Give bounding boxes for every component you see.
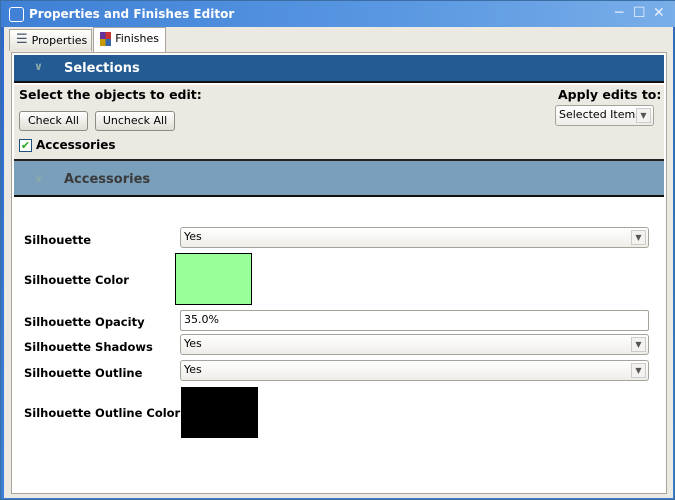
accessories-header[interactable]: ∨ Accessories: [14, 159, 664, 197]
silhouette-outline-dropdown[interactable]: Yes ▼: [180, 360, 649, 381]
title-bar[interactable]: Properties and Finishes Editor ─ ☐ ✕: [1, 1, 675, 27]
tab-label: Properties: [31, 34, 88, 47]
accessories-checkbox[interactable]: ✔: [19, 139, 32, 152]
silhouette-label: Silhouette: [24, 233, 92, 247]
close-icon[interactable]: ✕: [653, 5, 665, 21]
tab-label: Finishes: [115, 32, 159, 45]
silhouette-color-label: Silhouette Color: [24, 273, 129, 287]
finishes-panel: ∨ Selections Select the objects to edit:…: [11, 52, 667, 494]
app-icon: [9, 7, 24, 22]
silhouette-outline-label: Silhouette Outline: [24, 366, 143, 380]
chevron-down-icon[interactable]: ∨: [34, 172, 43, 185]
dropdown-value: Yes: [184, 337, 202, 350]
silhouette-color-swatch[interactable]: [175, 253, 252, 305]
tab-properties[interactable]: ☰ Properties: [9, 29, 92, 51]
silhouette-opacity-label: Silhouette Opacity: [24, 315, 145, 329]
selections-section: Select the objects to edit: Check All Un…: [14, 85, 664, 159]
silhouette-opacity-input[interactable]: 35.0%: [180, 310, 649, 331]
dropdown-value: Selected Items: [559, 108, 641, 121]
list-icon: ☰: [16, 32, 28, 47]
tab-finishes[interactable]: Finishes: [93, 27, 166, 52]
selections-header[interactable]: ∨ Selections: [14, 55, 664, 83]
selection-prompt: Select the objects to edit:: [19, 87, 202, 102]
input-value: 35.0%: [184, 313, 219, 326]
section-title: Selections: [64, 61, 140, 76]
uncheck-all-button[interactable]: Uncheck All: [95, 111, 175, 131]
silhouette-shadows-dropdown[interactable]: Yes ▼: [180, 334, 649, 355]
dropdown-value: Yes: [184, 363, 202, 376]
color-grid-icon: [100, 32, 112, 46]
dropdown-arrow-icon[interactable]: ▼: [631, 363, 646, 378]
dropdown-value: Yes: [184, 230, 202, 243]
silhouette-dropdown[interactable]: Yes ▼: [180, 227, 649, 248]
silhouette-outline-color-swatch[interactable]: [181, 387, 258, 438]
dropdown-arrow-icon[interactable]: ▼: [631, 230, 646, 245]
silhouette-outline-color-label: Silhouette Outline Color: [24, 406, 181, 420]
maximize-icon[interactable]: ☐: [633, 5, 646, 21]
minimize-icon[interactable]: ─: [615, 5, 623, 21]
apply-edits-dropdown[interactable]: Selected Items ▼: [555, 105, 654, 126]
checkbox-label: Accessories: [36, 138, 116, 152]
window-title: Properties and Finishes Editor: [29, 7, 235, 21]
check-all-button[interactable]: Check All: [19, 111, 88, 131]
dropdown-arrow-icon[interactable]: ▼: [636, 108, 651, 123]
window: Properties and Finishes Editor ─ ☐ ✕ ☰ P…: [0, 0, 675, 500]
section-title: Accessories: [64, 172, 151, 187]
silhouette-shadows-label: Silhouette Shadows: [24, 340, 153, 354]
dropdown-arrow-icon[interactable]: ▼: [631, 337, 646, 352]
chevron-down-icon[interactable]: ∨: [34, 60, 43, 73]
apply-label: Apply edits to:: [558, 87, 662, 102]
